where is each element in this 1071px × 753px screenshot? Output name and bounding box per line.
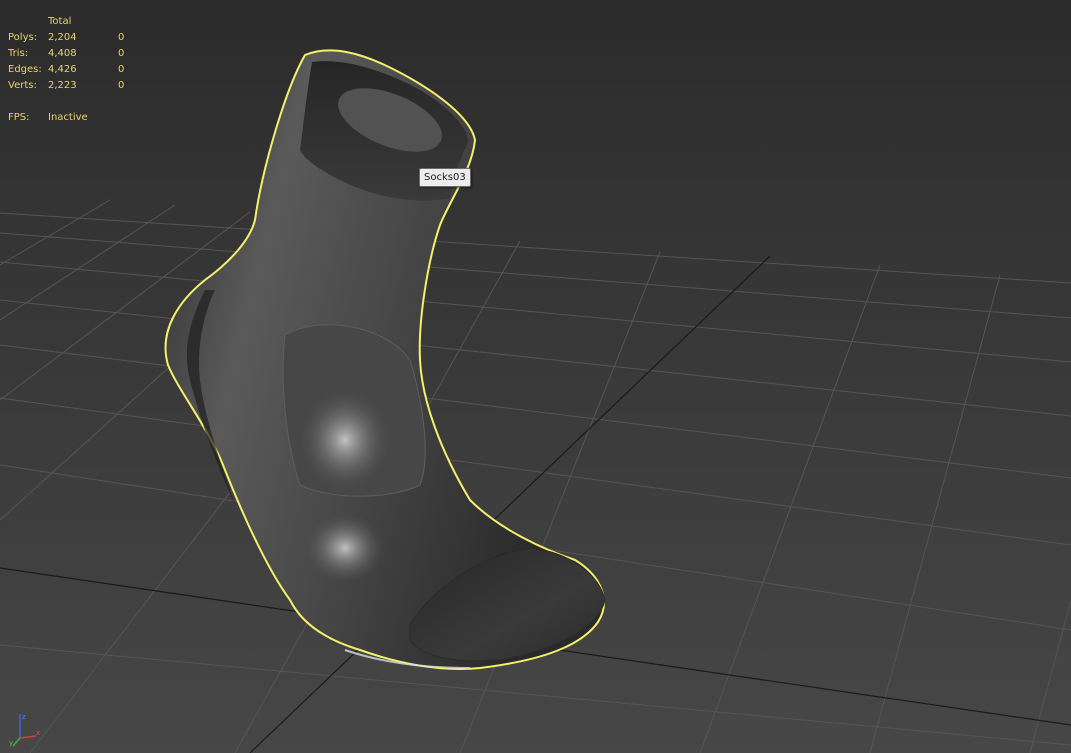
home-grid (0, 199, 1071, 753)
fps-value: Inactive (48, 112, 88, 123)
stats-total-value: 4,426 (48, 64, 77, 75)
stats-selected-value: 0 (118, 64, 125, 75)
object-name-tooltip: Socks03 (419, 168, 471, 187)
sock-model[interactable] (164, 49, 606, 671)
stats-label: Tris: (8, 48, 29, 59)
svg-text:y: y (9, 739, 13, 747)
stats-total-value: 2,223 (48, 80, 77, 91)
stats-selected-value: 0 (118, 80, 125, 91)
stats-label: Edges: (8, 64, 42, 75)
stats-label: Polys: (8, 32, 38, 43)
stats-label: Verts: (8, 80, 37, 91)
stats-total-header: Total (48, 16, 72, 27)
arch-highlight (305, 513, 385, 583)
stats-total-value: 4,408 (48, 48, 77, 59)
viewport-scene[interactable] (0, 0, 1071, 753)
perspective-viewport[interactable]: Total Polys: 2,204 0 Tris: 4,408 0 Edges… (0, 0, 1071, 753)
svg-text:x: x (36, 729, 40, 737)
stats-selected-value: 0 (118, 32, 125, 43)
stats-total-value: 2,204 (48, 32, 77, 43)
axis-tripod-icon: z x y (9, 713, 40, 747)
fps-label: FPS: (8, 112, 30, 123)
grid-main-axes (0, 255, 1071, 753)
heel-highlight (300, 390, 390, 490)
stats-selected-value: 0 (118, 48, 125, 59)
svg-text:z: z (22, 713, 26, 721)
